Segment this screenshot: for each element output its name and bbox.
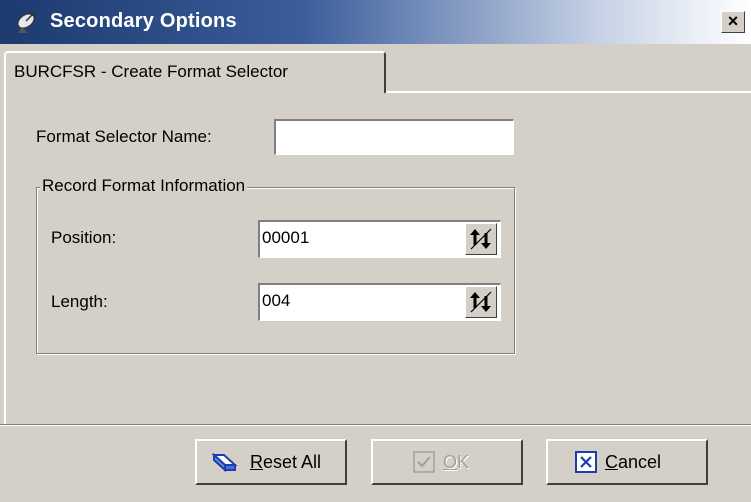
group-title: Record Format Information — [40, 176, 248, 196]
position-spinner[interactable] — [465, 223, 497, 255]
tab-create-format-selector[interactable]: BURCFSR - Create Format Selector — [4, 51, 386, 93]
up-down-arrows-icon — [470, 291, 492, 313]
format-selector-name-label: Format Selector Name: — [36, 127, 212, 146]
x-box-icon — [575, 451, 597, 473]
format-selector-name-field[interactable] — [274, 119, 514, 155]
reset-all-label: Reset All — [250, 452, 322, 472]
footer-separator-highlight — [0, 425, 751, 426]
satellite-dish-icon — [17, 12, 35, 33]
ok-button[interactable]: OK — [371, 439, 523, 485]
position-label: Position: — [51, 228, 117, 247]
checkmark-icon — [413, 451, 435, 473]
length-label: Length: — [51, 292, 108, 311]
eraser-icon — [211, 452, 238, 473]
close-button[interactable]: × — [721, 11, 745, 33]
up-down-arrows-icon — [470, 228, 492, 250]
tab-label: BURCFSR - Create Format Selector — [14, 62, 288, 81]
title-bar[interactable]: Secondary Options × — [0, 0, 751, 44]
reset-all-button[interactable]: Reset All — [195, 439, 347, 485]
record-format-group: Record Format Information — [36, 176, 515, 354]
window-title: Secondary Options — [50, 10, 237, 32]
position-field[interactable] — [258, 220, 501, 258]
ok-label: OK — [443, 452, 470, 472]
format-selector-name-input[interactable] — [278, 127, 468, 147]
close-icon: × — [727, 11, 739, 31]
length-field[interactable] — [258, 283, 501, 321]
length-spinner[interactable] — [465, 286, 497, 318]
cancel-label: Cancel — [605, 452, 662, 472]
position-input[interactable] — [262, 228, 452, 248]
length-input[interactable] — [262, 291, 452, 311]
cancel-button[interactable]: Cancel — [546, 439, 708, 485]
